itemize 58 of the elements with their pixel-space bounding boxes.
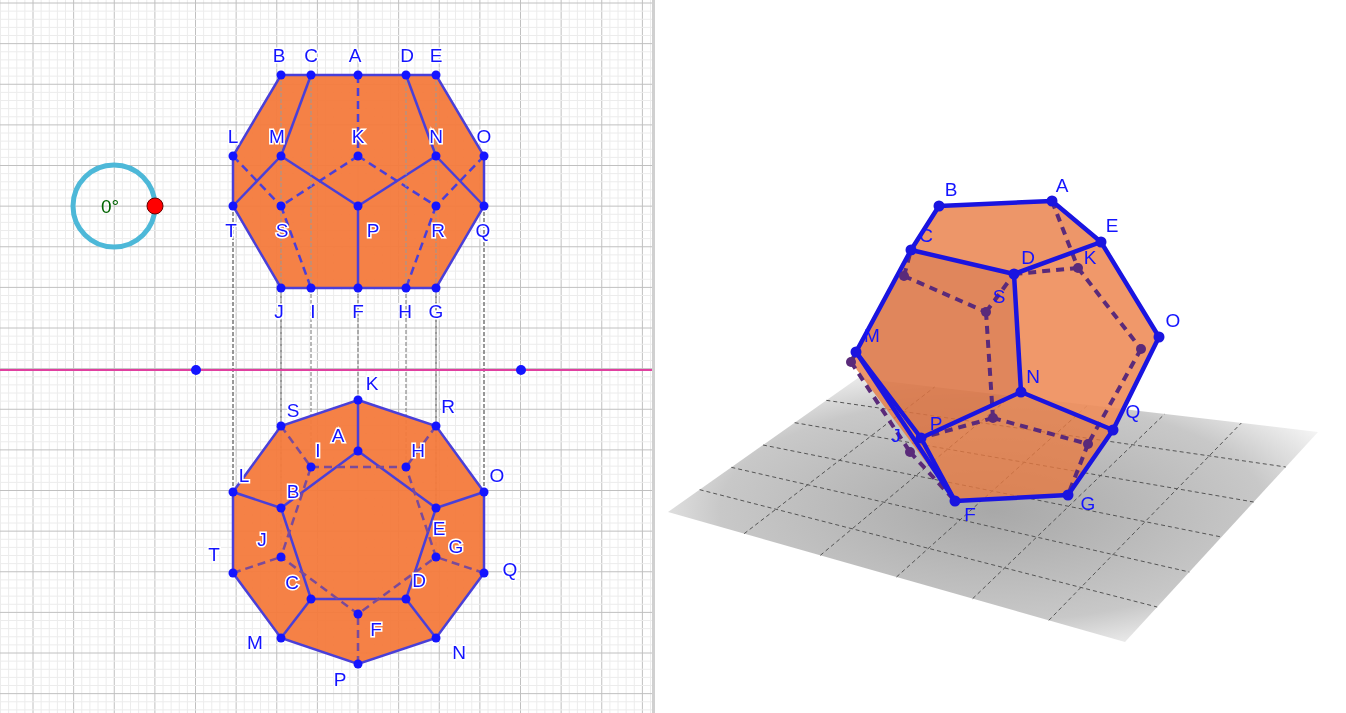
point-label: R (441, 396, 455, 417)
point-label: S (275, 220, 289, 241)
point-label: A (331, 425, 345, 446)
point-label: N (452, 642, 466, 663)
point-label: Q (475, 220, 491, 241)
point-label: A (1055, 175, 1069, 196)
point-label: Q (502, 559, 518, 580)
angle-slider-ring[interactable] (70, 162, 158, 250)
point-label: M (247, 632, 263, 653)
point-label: E (432, 518, 446, 539)
point-label: Q (1125, 401, 1141, 422)
point-label: J (274, 301, 284, 322)
point-label: O (489, 465, 505, 486)
point-label: G (428, 301, 444, 322)
point-label: G (1080, 493, 1096, 514)
point-label: A (348, 45, 362, 66)
point-label: S (992, 286, 1006, 307)
point-label: E (1105, 215, 1119, 236)
point-label: D (400, 45, 414, 66)
angle-value: 0° (100, 196, 120, 217)
point-label: I (310, 301, 316, 322)
slider-handle[interactable] (146, 197, 164, 215)
point-label: F (964, 504, 976, 525)
point-label: D (412, 570, 426, 591)
point-label: S (286, 400, 300, 421)
point-label: L (238, 465, 250, 486)
point-label: N (429, 126, 443, 147)
point-label: K (351, 126, 365, 147)
point-label: H (411, 440, 425, 461)
point-label: F (370, 619, 382, 640)
point-label: B (272, 45, 286, 66)
point-label: C (304, 45, 318, 66)
point-label: T (225, 220, 237, 241)
point-label: C (285, 572, 299, 593)
point-label: C (919, 225, 933, 246)
point-label: R (431, 220, 445, 241)
point-label: M (864, 325, 880, 346)
point-label: H (398, 301, 412, 322)
point-label: I (315, 440, 321, 461)
point-label: O (476, 126, 492, 147)
point-label: K (365, 373, 379, 394)
point-label: J (257, 529, 267, 550)
point-label: D (1021, 247, 1035, 268)
point-label: T (208, 544, 220, 565)
point-label: B (286, 481, 300, 502)
point-label: M (269, 126, 285, 147)
point-label: O (1165, 310, 1181, 331)
point-label: B (944, 179, 958, 200)
point-label: K (1083, 247, 1097, 268)
point-label: P (929, 413, 943, 434)
point-label: F (352, 301, 364, 322)
point-label: N (1026, 366, 1040, 387)
point-label: G (448, 536, 464, 557)
point-label: P (333, 669, 347, 690)
point-label: L (227, 126, 239, 147)
point-label: E (429, 45, 443, 66)
point-label: J (891, 425, 901, 446)
point-label: P (366, 220, 380, 241)
